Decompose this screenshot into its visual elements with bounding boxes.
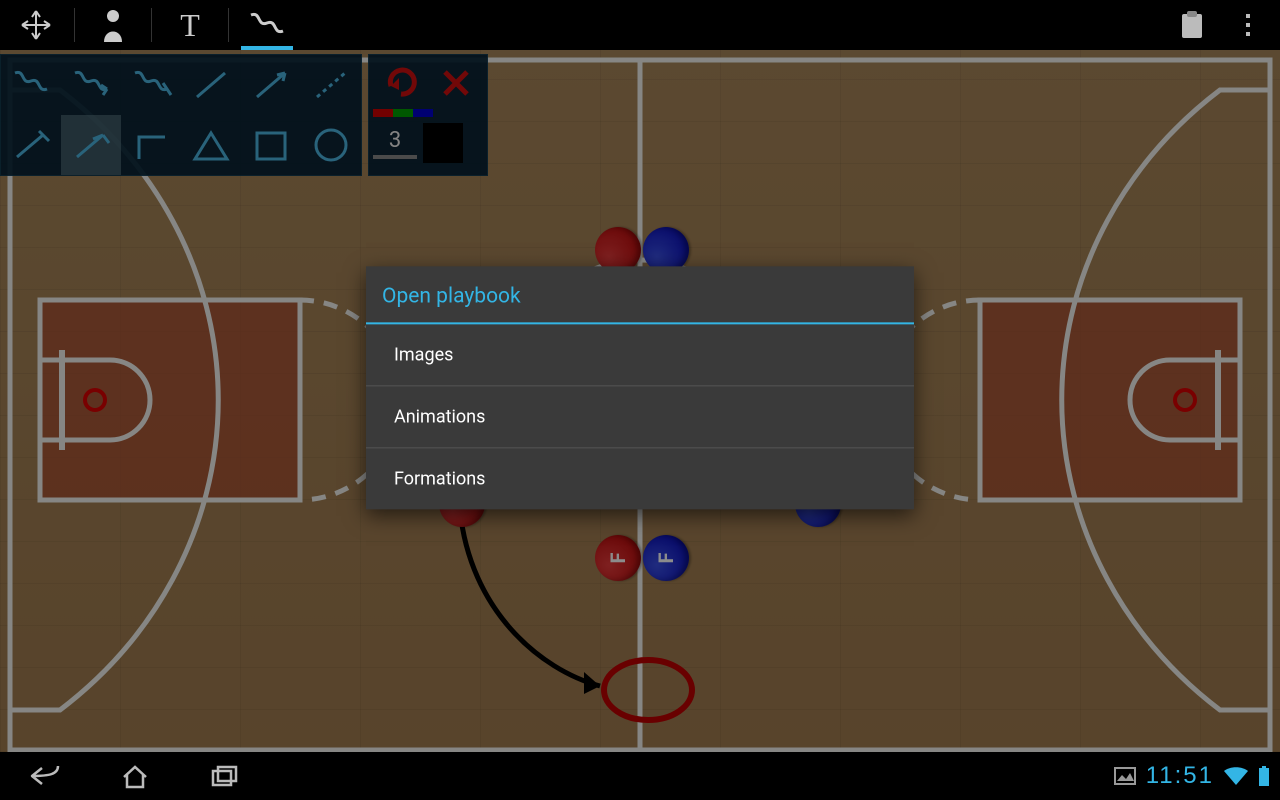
picture-icon [1114,767,1136,785]
open-playbook-dialog: Open playbook Images Animations Formatio… [366,266,914,509]
divider [228,8,229,42]
clock: 11:51 [1146,762,1214,790]
divider [151,8,152,42]
status-bar: 11:51 [1114,762,1280,790]
dialog-title: Open playbook [366,266,914,322]
tool-draw[interactable] [235,0,299,50]
system-navbar: 11:51 [0,752,1280,800]
action-bar: T [0,0,1280,50]
divider [74,8,75,42]
tool-player[interactable] [81,0,145,50]
tool-move[interactable] [4,0,68,50]
tool-text[interactable]: T [158,0,222,50]
dialog-item-animations[interactable]: Animations [366,386,914,448]
recents-button[interactable] [180,752,270,800]
dialog-item-images[interactable]: Images [366,324,914,386]
back-button[interactable] [0,752,90,800]
wifi-icon [1224,767,1248,785]
dialog-item-formations[interactable]: Formations [366,448,914,509]
battery-icon [1258,766,1270,786]
home-button[interactable] [90,752,180,800]
clipboard-button[interactable] [1164,0,1220,50]
overflow-menu[interactable] [1220,0,1276,50]
